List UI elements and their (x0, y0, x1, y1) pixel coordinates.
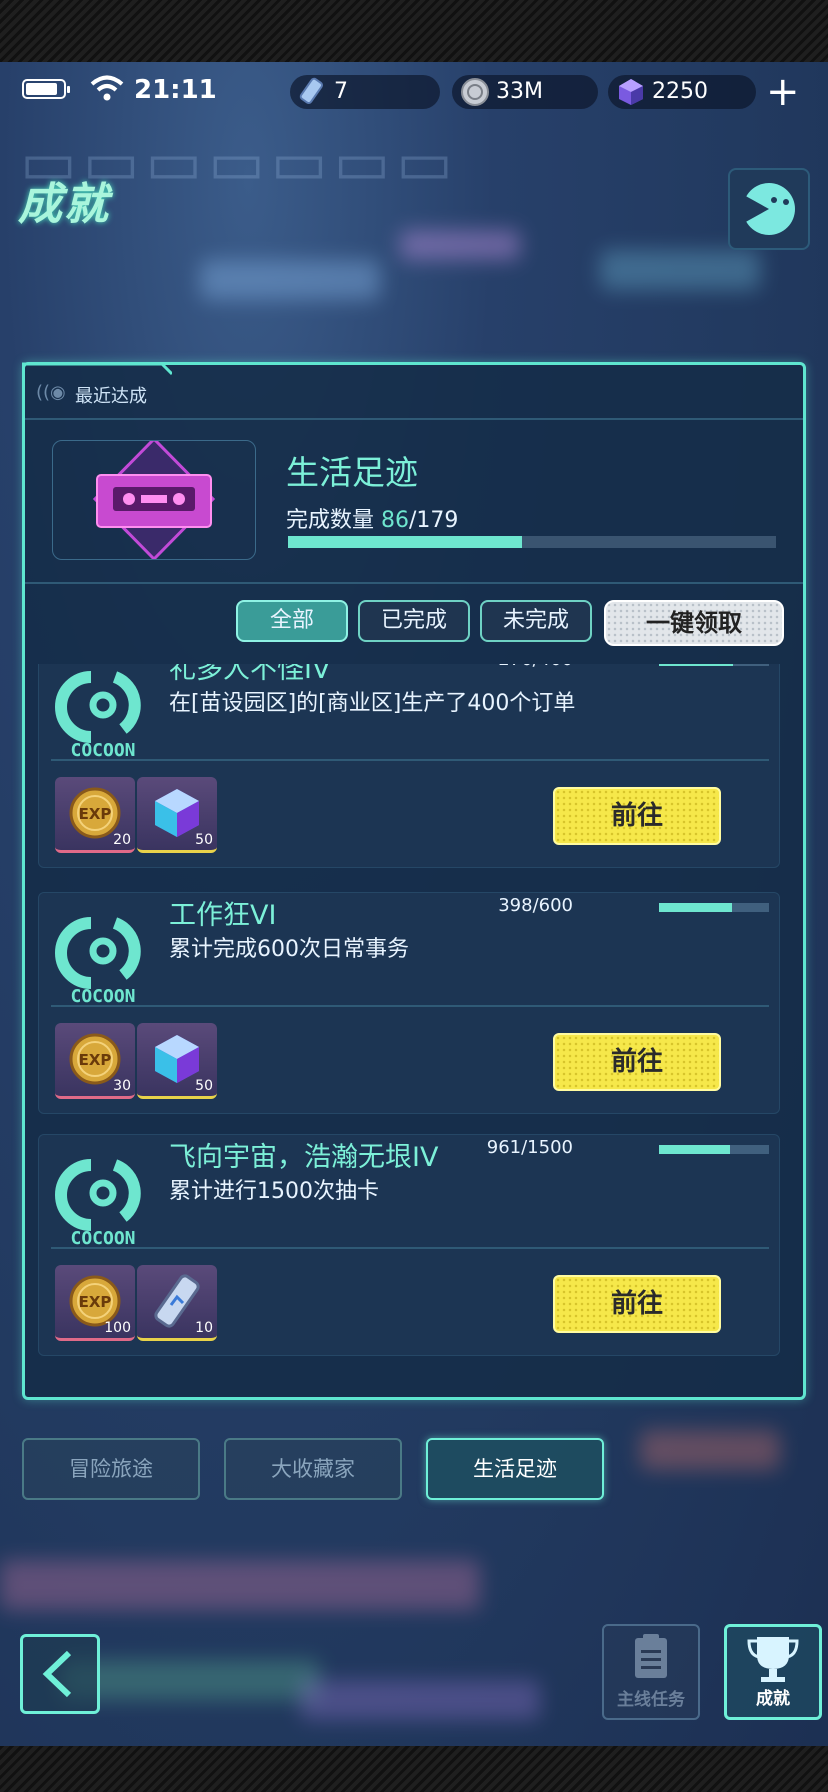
achievement-progress-text: 270/400 (498, 664, 573, 670)
achievement-desc: 在[苗设园区]的[商业区]生产了400个订单 (169, 691, 576, 716)
cassette-badge-icon (92, 436, 216, 562)
svg-text:EXP: EXP (79, 1293, 112, 1311)
go-button[interactable]: 前往 (553, 787, 721, 845)
reward-item[interactable]: 10 (137, 1265, 217, 1341)
tab-collector[interactable]: 大收藏家 (224, 1438, 402, 1500)
ticket-icon (299, 77, 323, 104)
achievements-button[interactable]: 成就 (724, 1624, 822, 1720)
achievement-name: 飞向宇宙，浩瀚无垠IV (169, 1142, 439, 1173)
achievement-progress-bar (659, 1145, 769, 1154)
divider (25, 418, 803, 420)
trophy-icon (747, 1637, 799, 1682)
divider (51, 1005, 769, 1007)
battery-icon (22, 79, 70, 99)
cocoon-logo-icon: COCOON (55, 917, 141, 1005)
completed-label: 完成数量 (286, 508, 375, 533)
main-quest-button[interactable]: 主线任务 (602, 1624, 700, 1720)
reward-item[interactable]: 50 (137, 777, 217, 853)
reward-count: 50 (195, 1078, 213, 1094)
filter-done-button[interactable]: 已完成 (358, 600, 470, 642)
reward-item[interactable]: 50 (137, 1023, 217, 1099)
go-button[interactable]: 前往 (553, 1275, 721, 1333)
achievement-progress-bar (659, 903, 769, 912)
back-button[interactable] (20, 1634, 100, 1714)
coin-count: 33M (496, 79, 543, 104)
reward-count: 50 (195, 832, 213, 848)
main-quest-label: 主线任务 (617, 1690, 685, 1710)
filter-all-button[interactable]: 全部 (236, 600, 348, 642)
reward-count: 20 (113, 832, 131, 848)
chevron-left-icon (42, 1650, 72, 1698)
gem-cube-icon (619, 79, 643, 105)
page-title: 成就 (18, 179, 110, 230)
ticket-resource[interactable]: 7 (290, 75, 440, 109)
go-button[interactable]: 前往 (553, 1033, 721, 1091)
reward-item[interactable]: EXP 20 (55, 777, 135, 853)
achievement-progress-bar (659, 664, 769, 666)
tab-adventure[interactable]: 冒险旅途 (22, 1438, 200, 1500)
gem-resource[interactable]: 2250 (608, 75, 756, 109)
coin-icon (461, 78, 489, 106)
achievement-progress-text: 398/600 (498, 895, 573, 916)
category-title: 生活足迹 (286, 453, 418, 492)
svg-text:EXP: EXP (79, 1051, 112, 1069)
category-badge-frame (52, 436, 256, 562)
gem-count: 2250 (652, 79, 708, 104)
achievement-name: 工作狂VI (169, 900, 277, 931)
reward-item[interactable]: EXP 100 (55, 1265, 135, 1341)
achievement-name: 礼多人不怪IV (169, 664, 331, 685)
reward-count: 30 (113, 1078, 131, 1094)
avatar[interactable] (728, 168, 810, 250)
status-bar: 21:11 7 33M 2250 + (0, 62, 828, 118)
panel-tab-decoration (22, 362, 172, 376)
completed-current: 86 (381, 508, 410, 533)
clipboard-icon (635, 1634, 667, 1678)
divider (25, 582, 803, 584)
top-stripes-overlay (0, 0, 828, 62)
achievement-progress-text: 961/1500 (486, 1137, 573, 1158)
achievement-card: COCOON 工作狂VI 累计完成600次日常事务 398/600 EXP 30 50 前往 (38, 892, 780, 1114)
achievements-label: 成就 (756, 1689, 790, 1709)
filter-undone-button[interactable]: 未完成 (480, 600, 592, 642)
reward-count: 10 (195, 1320, 213, 1336)
recent-achieved-label: 最近达成 (75, 386, 147, 407)
add-currency-button[interactable]: + (766, 72, 800, 112)
achievement-list[interactable]: COCOON 礼多人不怪IV 在[苗设园区]的[商业区]生产了400个订单 270/4… (38, 664, 782, 1384)
svg-text:COCOON: COCOON (70, 740, 135, 759)
svg-text:EXP: EXP (79, 805, 112, 823)
ticket-count: 7 (334, 79, 348, 104)
achievement-card: COCOON 飞向宇宙，浩瀚无垠IV 累计进行1500次抽卡 961/1500 EXP 1… (38, 1134, 780, 1356)
reward-item[interactable]: EXP 30 (55, 1023, 135, 1099)
category-progress-bar (288, 536, 776, 548)
cocoon-logo-icon: COCOON (55, 671, 141, 759)
coin-resource[interactable]: 33M (452, 75, 598, 109)
cocoon-small-icon: ((◉ (36, 382, 66, 403)
reward-count: 100 (104, 1320, 131, 1336)
divider (51, 759, 769, 761)
claim-all-button[interactable]: 一键领取 (604, 600, 784, 646)
clock-time: 21:11 (134, 75, 217, 105)
achievement-desc: 累计完成600次日常事务 (169, 937, 409, 962)
pacman-avatar-icon (742, 183, 795, 235)
completed-count: 完成数量 86/179 (286, 502, 458, 534)
svg-text:COCOON: COCOON (70, 1228, 135, 1247)
achievement-card: COCOON 礼多人不怪IV 在[苗设园区]的[商业区]生产了400个订单 270/4… (38, 664, 780, 868)
completed-total: /179 (409, 508, 459, 533)
tab-life-footprint[interactable]: 生活足迹 (426, 1438, 604, 1500)
achievement-desc: 累计进行1500次抽卡 (169, 1179, 379, 1204)
divider (51, 1247, 769, 1249)
svg-text:COCOON: COCOON (70, 986, 135, 1005)
wifi-icon (90, 75, 124, 101)
cocoon-logo-icon: COCOON (55, 1159, 141, 1247)
